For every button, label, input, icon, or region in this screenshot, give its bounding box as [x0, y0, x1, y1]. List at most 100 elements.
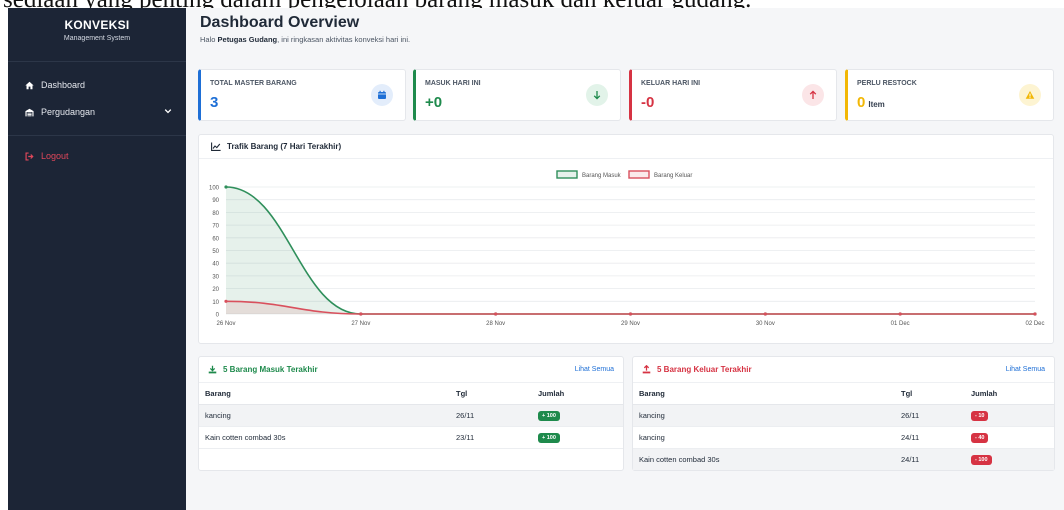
keluar-lihat-semua-link[interactable]: Lihat Semua — [1006, 366, 1045, 373]
cell-tgl: 24/11 — [895, 448, 965, 470]
subtitle-user: Petugas Gudang — [217, 35, 278, 44]
sidebar-nav: Dashboard Pergudangan Logout — [8, 62, 186, 167]
x-tick-label: 28 Nov — [486, 321, 505, 327]
stat-number: 0 — [857, 94, 866, 111]
data-point — [898, 312, 902, 316]
subtitle-prefix: Halo — [200, 35, 218, 44]
column-header: Jumlah — [965, 383, 1054, 405]
data-point — [763, 312, 767, 316]
stat-number: +0 — [425, 94, 443, 111]
logout-label: Logout — [41, 151, 69, 161]
column-header: Barang — [633, 383, 895, 405]
data-point — [224, 299, 228, 303]
data-point — [359, 312, 363, 316]
upload-icon — [642, 365, 651, 374]
cell-barang: Kain cotten combad 30s — [199, 426, 450, 449]
masuk-table-title: 5 Barang Masuk Terakhir — [208, 365, 318, 374]
stat-value: 3 — [210, 94, 218, 111]
cell-barang: Kain cotten combad 30s — [633, 448, 895, 470]
subtitle-suffix: , ini ringkasan aktivitas konveksi hari … — [277, 35, 411, 44]
table-row: kancing 26/11 - 10 — [633, 404, 1054, 427]
cell-barang: kancing — [633, 426, 895, 449]
warning-icon — [1019, 84, 1041, 106]
sidebar: KONVEKSI Management System Dashboard Per… — [8, 8, 186, 510]
logout-button[interactable]: Logout — [8, 145, 186, 167]
stat-number: -0 — [641, 94, 655, 111]
sidebar-item-dashboard[interactable]: Dashboard — [8, 74, 186, 96]
brand-title: KONVEKSI — [64, 18, 130, 32]
y-tick-label: 100 — [209, 186, 220, 192]
page-subtitle: Halo Petugas Gudang, ini ringkasan aktiv… — [200, 35, 410, 44]
x-tick-label: 30 Nov — [756, 321, 775, 327]
cell-tgl: 26/11 — [450, 404, 532, 427]
jumlah-badge: - 40 — [971, 432, 989, 443]
data-point — [224, 185, 228, 189]
stat-value: +0 — [425, 94, 442, 111]
chart-title: Trafik Barang (7 Hari Terakhir) — [227, 142, 342, 151]
table-row: Kain cotten combad 30s 23/11 + 100 — [199, 426, 623, 449]
keluar-table-header: 5 Barang Keluar Terakhir Lihat Semua — [633, 357, 1054, 383]
sidebar-item-pergudangan[interactable]: Pergudangan — [8, 101, 186, 123]
stat-number: 3 — [210, 94, 219, 111]
jumlah-badge: + 100 — [538, 410, 560, 421]
masuk-title-text: 5 Barang Masuk Terakhir — [223, 365, 318, 374]
cell-jumlah: + 100 — [532, 426, 623, 449]
sidebar-item-label: Pergudangan — [41, 107, 96, 117]
stat-label: MASUK HARI INI — [425, 80, 481, 87]
jumlah-badge: - 100 — [971, 454, 992, 465]
column-header: Tgl — [895, 383, 965, 405]
y-tick-label: 60 — [212, 236, 219, 242]
y-tick-label: 80 — [212, 211, 219, 217]
legend-swatch — [556, 170, 578, 179]
warehouse-icon — [22, 108, 36, 117]
stat-unit: Item — [868, 100, 885, 109]
cell-tgl: 23/11 — [450, 426, 532, 449]
cell-barang: kancing — [199, 404, 450, 427]
y-tick-label: 50 — [212, 249, 219, 255]
keluar-title-text: 5 Barang Keluar Terakhir — [657, 365, 752, 374]
cell-jumlah: - 100 — [965, 448, 1054, 470]
x-tick-label: 02 Dec — [1025, 321, 1044, 327]
table-header-row: Barang Tgl Jumlah — [633, 383, 1054, 405]
stat-value: -0 — [641, 94, 654, 111]
x-tick-label: 26 Nov — [216, 321, 235, 327]
data-point — [1033, 312, 1037, 316]
stat-card-restock: PERLU RESTOCK 0 Item — [845, 69, 1054, 121]
y-tick-label: 70 — [212, 224, 219, 230]
stat-label: TOTAL MASTER BARANG — [210, 80, 297, 87]
table-row: Kain cotten combad 30s 24/11 - 100 — [633, 448, 1054, 470]
data-point — [628, 312, 633, 316]
stat-card-total-master: TOTAL MASTER BARANG 3 — [198, 69, 406, 121]
cell-barang: kancing — [633, 404, 895, 427]
stat-label: KELUAR HARI INI — [641, 80, 701, 87]
sidebar-item-label: Dashboard — [41, 80, 86, 90]
sidebar-divider — [8, 135, 186, 136]
cell-jumlah: + 100 — [532, 404, 623, 427]
cell-jumlah: - 10 — [965, 404, 1054, 427]
download-icon — [208, 365, 217, 374]
arrow-down-icon — [586, 84, 608, 106]
masuk-table-header: 5 Barang Masuk Terakhir Lihat Semua — [199, 357, 623, 383]
y-tick-label: 30 — [212, 274, 219, 280]
table-header-row: Barang Tgl Jumlah — [199, 383, 623, 405]
chart-header: Trafik Barang (7 Hari Terakhir) — [199, 135, 1053, 159]
legend-swatch — [628, 170, 650, 179]
jumlah-badge: - 10 — [971, 410, 989, 421]
masuk-lihat-semua-link[interactable]: Lihat Semua — [575, 366, 614, 373]
stat-card-keluar: KELUAR HARI INI -0 — [629, 69, 837, 121]
keluar-table: Barang Tgl Jumlah kancing 26/11 - 10 kan… — [633, 383, 1054, 470]
table-row-empty — [199, 448, 623, 470]
home-icon — [22, 81, 36, 90]
jumlah-badge: + 100 — [538, 432, 560, 443]
stat-value: 0 Item — [857, 94, 885, 111]
legend-label: Barang Masuk — [582, 173, 622, 179]
keluar-table-panel: 5 Barang Keluar Terakhir Lihat Semua Bar… — [632, 356, 1055, 471]
sign-out-icon — [22, 151, 36, 161]
masuk-table: Barang Tgl Jumlah kancing 26/11 + 100 Ka… — [199, 383, 623, 470]
traffic-line-chart: 0 10 20 30 40 50 60 70 80 90 100 26 Nov 27 Nov 28 Nov… — [209, 170, 1045, 327]
x-tick-label: 27 Nov — [351, 321, 370, 327]
table-row: kancing 24/11 - 40 — [633, 426, 1054, 449]
arrow-up-icon — [802, 84, 824, 106]
y-tick-label: 90 — [212, 198, 219, 204]
main-content: Dashboard Overview Halo Petugas Gudang, … — [186, 8, 1064, 510]
